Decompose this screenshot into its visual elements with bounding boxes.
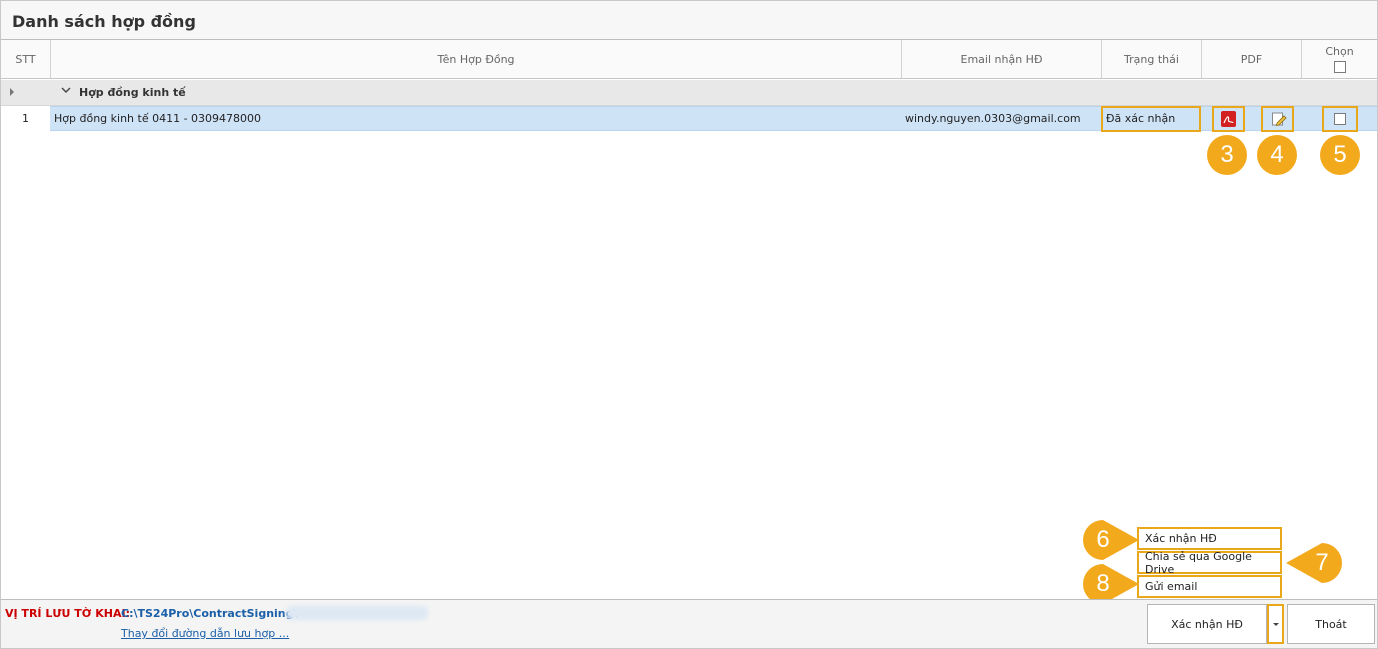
callout-7: 7: [1282, 543, 1342, 583]
column-header-pdf[interactable]: PDF: [1202, 40, 1302, 79]
callout-8: 8: [1083, 564, 1143, 604]
callout-badge-8: 8: [1096, 570, 1110, 597]
caret-down-icon: [1272, 622, 1279, 626]
pdf-button[interactable]: [1212, 106, 1245, 132]
contract-grid: STT Tên Hợp Đồng Email nhận HĐ Trạng thá…: [1, 40, 1377, 598]
column-header-email[interactable]: Email nhận HĐ: [902, 40, 1102, 79]
row-select-checkbox[interactable]: [1334, 113, 1346, 125]
row-stt: 1: [22, 112, 29, 125]
edit-button[interactable]: [1261, 106, 1294, 132]
chevron-down-icon[interactable]: [61, 85, 71, 98]
status-highlight-box: [1101, 106, 1201, 132]
row-select-highlight: [1322, 106, 1358, 132]
title-bar: Danh sách hợp đồng: [1, 1, 1377, 40]
group-label: Hợp đồng kinh tế: [79, 86, 186, 99]
group-row[interactable]: Hợp đồng kinh tế: [1, 80, 1377, 106]
select-all-checkbox[interactable]: [1333, 61, 1346, 73]
callout-6: 6: [1083, 520, 1143, 560]
change-save-path-link[interactable]: Thay đổi đường dẫn lưu hợp ...: [121, 627, 289, 640]
confirm-dropdown-toggle[interactable]: [1267, 604, 1284, 644]
confirm-contract-button[interactable]: Xác nhận HĐ: [1147, 604, 1267, 644]
page-title: Danh sách hợp đồng: [12, 12, 196, 31]
menu-item-send-email[interactable]: Gửi email: [1137, 575, 1282, 598]
column-header-select-label: Chọn: [1325, 45, 1354, 58]
save-path-blurred-segment: [286, 606, 428, 620]
menu-item-share-google-drive[interactable]: Chia sẻ qua Google Drive: [1137, 550, 1282, 576]
row-email[interactable]: windy.nguyen.0303@gmail.com: [905, 106, 1100, 131]
save-path-label: VỊ TRÍ LƯU TỜ KHAI:: [5, 607, 130, 620]
callout-badge-3: 3: [1207, 135, 1247, 175]
callout-badge-4: 4: [1257, 135, 1297, 175]
callout-badge-6: 6: [1096, 526, 1110, 553]
column-header-select: Chọn: [1302, 40, 1377, 79]
column-header-stt[interactable]: STT: [1, 40, 51, 79]
column-header-status[interactable]: Trạng thái: [1102, 40, 1202, 79]
column-header-name[interactable]: Tên Hợp Đồng: [51, 40, 902, 79]
callout-badge-7: 7: [1315, 549, 1329, 576]
pdf-icon: [1221, 111, 1236, 127]
menu-item-confirm-contract[interactable]: Xác nhận HĐ: [1137, 527, 1282, 550]
edit-document-icon: [1271, 111, 1287, 130]
callout-badge-5: 5: [1320, 135, 1360, 175]
exit-button[interactable]: Thoát: [1287, 604, 1375, 644]
row-contract-name[interactable]: Hợp đồng kinh tế 0411 - 0309478000: [54, 106, 894, 131]
row-indicator-icon: [10, 88, 14, 96]
save-path-value: C:\TS24Pro\ContractSigning\: [121, 607, 298, 620]
footer: VỊ TRÍ LƯU TỜ KHAI: C:\TS24Pro\ContractS…: [1, 599, 1377, 648]
